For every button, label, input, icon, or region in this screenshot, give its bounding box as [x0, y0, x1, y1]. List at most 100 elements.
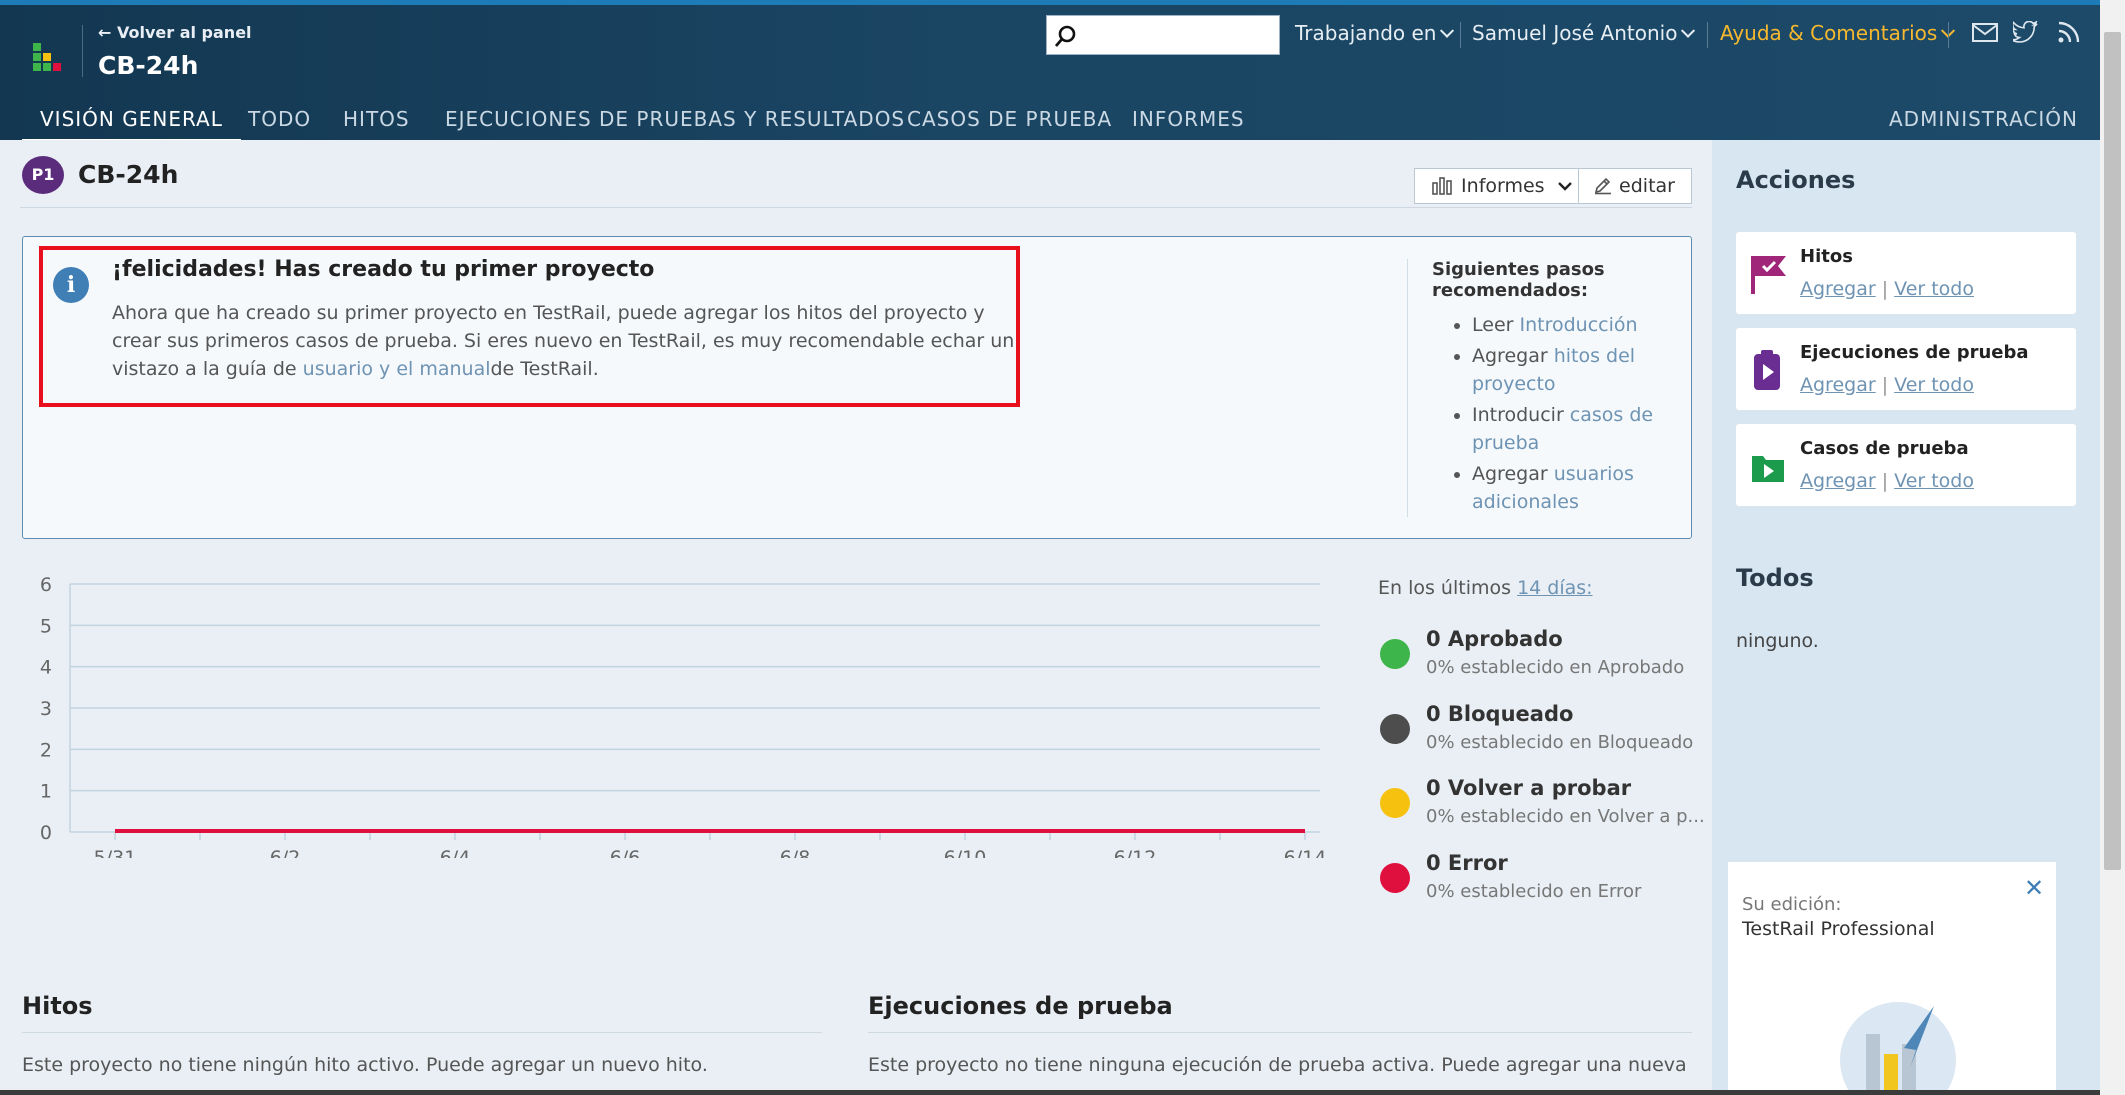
- x-tick-label: 5/31: [94, 847, 137, 858]
- add-milestone-link[interactable]: Agregar: [1800, 278, 1876, 300]
- todos-title: Todos: [1736, 564, 1814, 592]
- action-card-test-runs: Ejecuciones de prueba Agregar | Ver todo: [1736, 328, 2076, 410]
- action-links: Agregar | Ver todo: [1800, 374, 1974, 396]
- y-tick-label: 5: [40, 615, 52, 637]
- help-label: Ayuda & Comentarios: [1720, 21, 1938, 45]
- top-header: ← Volver al panel CB-24h Trabajando en S…: [0, 0, 2100, 144]
- y-tick-label: 1: [40, 781, 52, 803]
- actions-title: Acciones: [1736, 166, 1856, 194]
- legend-header: En los últimos 14 días:: [1378, 577, 1688, 599]
- twitter-icon[interactable]: [2013, 21, 2039, 43]
- view-all-test-runs-link[interactable]: Ver todo: [1894, 374, 1974, 396]
- step-prefix: Agregar: [1472, 463, 1554, 485]
- edition-illustration-icon: [1840, 1002, 1956, 1095]
- legend-subtitle: 0% establecido en Volver a p...: [1426, 806, 1705, 827]
- view-all-test-cases-link[interactable]: Ver todo: [1894, 470, 1974, 492]
- chevron-down-icon: [1681, 23, 1696, 38]
- action-links: Agregar | Ver todo: [1800, 470, 1974, 492]
- legend-title: 0 Error: [1426, 851, 1508, 875]
- test-run-icon: [1754, 350, 1780, 390]
- user-guide-link[interactable]: usuario y el manual: [303, 358, 491, 380]
- chevron-down-icon: [1557, 182, 1572, 191]
- close-icon[interactable]: ✕: [2024, 874, 2044, 902]
- days-range-link[interactable]: 14 días:: [1517, 577, 1593, 599]
- reports-button-label: Informes: [1461, 175, 1545, 197]
- tab-reports[interactable]: INFORMES: [1132, 107, 1245, 131]
- test-runs-section-title: Ejecuciones de prueba: [868, 992, 1173, 1020]
- legend-title: 0 Volver a probar: [1426, 776, 1632, 800]
- tab-todo[interactable]: TODO: [248, 107, 311, 131]
- step-prefix: Leer: [1472, 314, 1520, 336]
- chart-legend: En los últimos 14 días: 0 Aprobado 0% es…: [1378, 577, 1705, 902]
- list-item: Agregar hitos del proyecto: [1472, 342, 1657, 398]
- y-tick-label: 2: [40, 739, 52, 761]
- add-test-case-link[interactable]: Agregar: [1800, 470, 1876, 492]
- search-input[interactable]: [1046, 15, 1280, 55]
- y-tick-label: 4: [40, 657, 52, 679]
- project-badge: P1: [22, 156, 64, 194]
- tab-milestones[interactable]: HITOS: [343, 107, 410, 131]
- back-to-dashboard-link[interactable]: ← Volver al panel: [98, 23, 252, 42]
- legend-item-blocked: 0 Bloqueado 0% establecido en Bloqueado: [1378, 702, 1693, 762]
- legend-subtitle: 0% establecido en Aprobado: [1426, 657, 1685, 678]
- milestones-empty-text: Este proyecto no tiene ningún hito activ…: [22, 1054, 708, 1076]
- y-tick-label: 0: [40, 822, 52, 844]
- scrollbar[interactable]: [2100, 0, 2125, 1095]
- header-separator: [1948, 22, 1949, 48]
- tab-test-runs[interactable]: EJECUCIONES DE PRUEBAS Y RESULTADOS: [445, 107, 905, 131]
- working-in-dropdown[interactable]: Trabajando en: [1295, 21, 1455, 45]
- header-separator: [1707, 22, 1708, 48]
- page-title-row: P1 CB-24h Informes editar: [22, 156, 1692, 204]
- x-tick-label: 6/6: [610, 847, 641, 858]
- link-separator: |: [1881, 374, 1889, 396]
- introduction-link[interactable]: Introducción: [1519, 314, 1637, 336]
- help-feedback-dropdown[interactable]: Ayuda & Comentarios: [1720, 21, 1956, 45]
- tab-overview[interactable]: VISIÓN GENERAL: [22, 107, 241, 144]
- activity-chart: 0 1 2 3 4 5 6 5/31 6/2 6/4 6/6 6/8 6/10 6/12 6/14: [40, 574, 1326, 858]
- divider: [22, 1032, 822, 1033]
- test-runs-empty-text: Este proyecto no tiene ninguna ejecución…: [868, 1054, 1687, 1076]
- legend-item-passed: 0 Aprobado 0% establecido en Aprobado: [1378, 627, 1688, 687]
- working-in-label: Trabajando en: [1295, 21, 1437, 45]
- user-menu-dropdown[interactable]: Samuel José Antonio: [1472, 21, 1696, 45]
- legend-item-retest: 0 Volver a probar 0% establecido en Volv…: [1378, 776, 1705, 836]
- welcome-text-part-2: de TestRail.: [490, 358, 599, 380]
- add-test-run-link[interactable]: Agregar: [1800, 374, 1876, 396]
- x-tick-label: 6/12: [1114, 847, 1157, 858]
- action-title: Ejecuciones de prueba: [1800, 342, 2029, 363]
- next-steps-title: Siguientes pasos recomendados:: [1432, 259, 1605, 301]
- tab-administration[interactable]: ADMINISTRACIÓN: [1889, 107, 2078, 131]
- testrail-logo-icon[interactable]: [30, 43, 64, 75]
- milestones-section-title: Hitos: [22, 992, 93, 1020]
- y-tick-label: 3: [40, 698, 52, 720]
- bottom-edge-bar: [0, 1090, 2100, 1095]
- welcome-info-box: i ¡felicidades! Has creado tu primer pro…: [22, 236, 1692, 539]
- milestone-flag-icon: [1751, 256, 1786, 294]
- page-title: CB-24h: [78, 160, 179, 189]
- view-all-milestones-link[interactable]: Ver todo: [1894, 278, 1974, 300]
- legend-header-text: En los últimos: [1378, 577, 1518, 599]
- link-separator: |: [1881, 278, 1889, 300]
- pencil-icon: [1594, 177, 1611, 195]
- scrollbar-thumb[interactable]: [2104, 32, 2121, 870]
- reports-dropdown-button[interactable]: Informes: [1414, 168, 1579, 204]
- action-title: Hitos: [1800, 246, 1853, 267]
- x-tick-label: 6/4: [440, 847, 471, 858]
- rss-icon[interactable]: [2058, 21, 2080, 43]
- welcome-title: ¡felicidades! Has creado tu primer proye…: [112, 257, 655, 282]
- status-dot: [1380, 639, 1410, 669]
- header-separator: [1460, 22, 1461, 48]
- legend-title: 0 Bloqueado: [1426, 702, 1574, 726]
- step-prefix: Introducir: [1472, 404, 1570, 426]
- x-tick-label: 6/10: [944, 847, 987, 858]
- test-case-icon: [1752, 456, 1784, 482]
- step-prefix: Agregar: [1472, 345, 1554, 367]
- tab-test-cases[interactable]: CASOS DE PRUEBA: [907, 107, 1112, 131]
- header-project-name[interactable]: CB-24h: [98, 51, 198, 80]
- y-tick-label: 6: [40, 574, 52, 596]
- edit-button-label: editar: [1619, 175, 1675, 197]
- legend-subtitle: 0% establecido en Bloqueado: [1426, 732, 1694, 753]
- edit-button[interactable]: editar: [1579, 168, 1692, 204]
- edition-card: ✕ Su edición: TestRail Professional: [1728, 862, 2056, 1095]
- mail-icon[interactable]: [1972, 23, 1998, 43]
